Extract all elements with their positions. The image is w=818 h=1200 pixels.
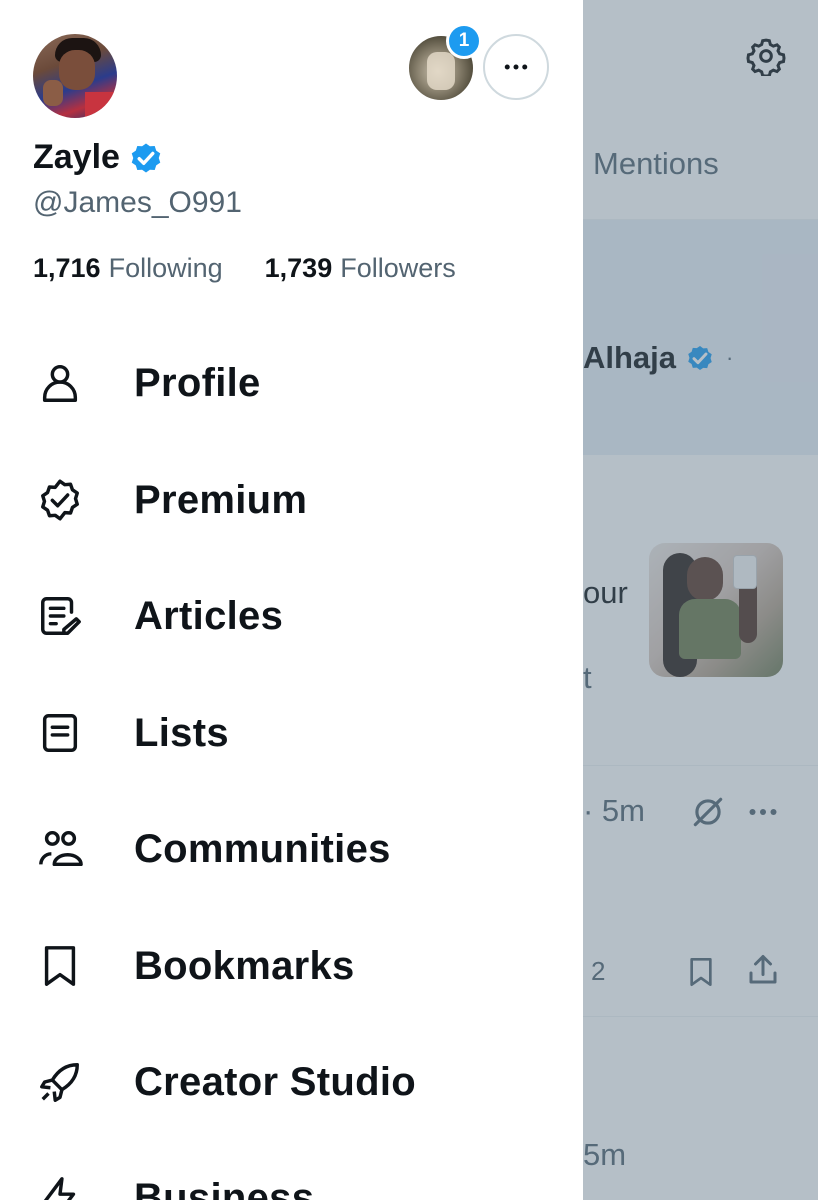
following-count: 1,716: [33, 253, 101, 283]
article-edit-icon: [41, 597, 81, 635]
people-icon: [39, 830, 83, 867]
menu-label: Lists: [134, 710, 229, 755]
menu-label: Business: [134, 1175, 315, 1200]
menu-item-communities[interactable]: Communities: [0, 799, 583, 899]
post-thumbnail[interactable]: [649, 543, 783, 677]
menu-item-bookmarks[interactable]: Bookmarks: [0, 916, 583, 1016]
following-stat[interactable]: 1,716 Following: [33, 253, 223, 284]
list-icon: [42, 714, 78, 752]
display-name-text: Zayle: [33, 138, 120, 176]
post-text-fragment-2: t: [583, 660, 592, 695]
post-divider-2: [583, 1016, 818, 1017]
avatar[interactable]: [33, 34, 117, 118]
post-bookmark-icon[interactable]: [685, 954, 717, 990]
menu-label: Articles: [134, 593, 284, 638]
post-separator: ·: [726, 345, 734, 370]
menu-item-profile[interactable]: Profile: [0, 333, 583, 433]
post-timestamp-2: 5m: [583, 1137, 627, 1172]
follow-stats: 1,716 Following 1,739 Followers: [33, 253, 456, 284]
post-divider: [583, 765, 818, 766]
person-icon: [42, 364, 78, 402]
reply-count: 2: [591, 956, 606, 986]
post-more-icon[interactable]: [745, 794, 781, 830]
verified-badge-icon: [41, 479, 79, 521]
menu-item-premium[interactable]: Premium: [0, 450, 583, 550]
followers-stat[interactable]: 1,739 Followers: [265, 253, 456, 284]
menu-label: Profile: [134, 360, 261, 405]
followers-count: 1,739: [264, 253, 333, 283]
notification-badge: 1: [446, 23, 482, 59]
gear-icon[interactable]: [746, 36, 786, 76]
menu-label: Creator Studio: [134, 1059, 416, 1104]
followers-label: Followers: [340, 253, 456, 283]
side-drawer: 1 Zayle @James_O991 1,716 Following 1,73…: [0, 0, 583, 1200]
rocket-icon: [40, 1063, 79, 1102]
verified-icon: [688, 346, 712, 370]
menu-item-business[interactable]: Business: [0, 1148, 583, 1200]
share-icon[interactable]: [745, 952, 781, 988]
menu-item-articles[interactable]: Articles: [0, 566, 583, 666]
more-icon: [504, 64, 528, 70]
user-handle: @James_O991: [33, 186, 242, 219]
display-name[interactable]: Zayle: [33, 138, 164, 177]
menu-item-lists[interactable]: Lists: [0, 683, 583, 783]
background-timeline: Mentions Alhaja · our t · 5m 2 5m: [583, 0, 818, 1200]
menu-label: Premium: [134, 477, 308, 522]
grok-icon[interactable]: [689, 793, 727, 831]
post-timestamp: · 5m: [583, 793, 645, 828]
bookmark-icon: [44, 946, 76, 986]
verified-icon: [131, 142, 161, 173]
menu-label: Bookmarks: [134, 943, 355, 988]
highlighted-post[interactable]: [583, 220, 818, 455]
post-author-name: Alhaja: [583, 340, 677, 375]
post-text-fragment: our: [583, 575, 628, 610]
post-author[interactable]: Alhaja ·: [583, 340, 733, 376]
following-label: Following: [108, 253, 223, 283]
more-accounts-button[interactable]: [483, 34, 549, 100]
lightning-icon: [43, 1177, 76, 1200]
menu-item-creator-studio[interactable]: Creator Studio: [0, 1032, 583, 1132]
menu-label: Communities: [134, 826, 391, 871]
tab-mentions[interactable]: Mentions: [593, 146, 719, 182]
